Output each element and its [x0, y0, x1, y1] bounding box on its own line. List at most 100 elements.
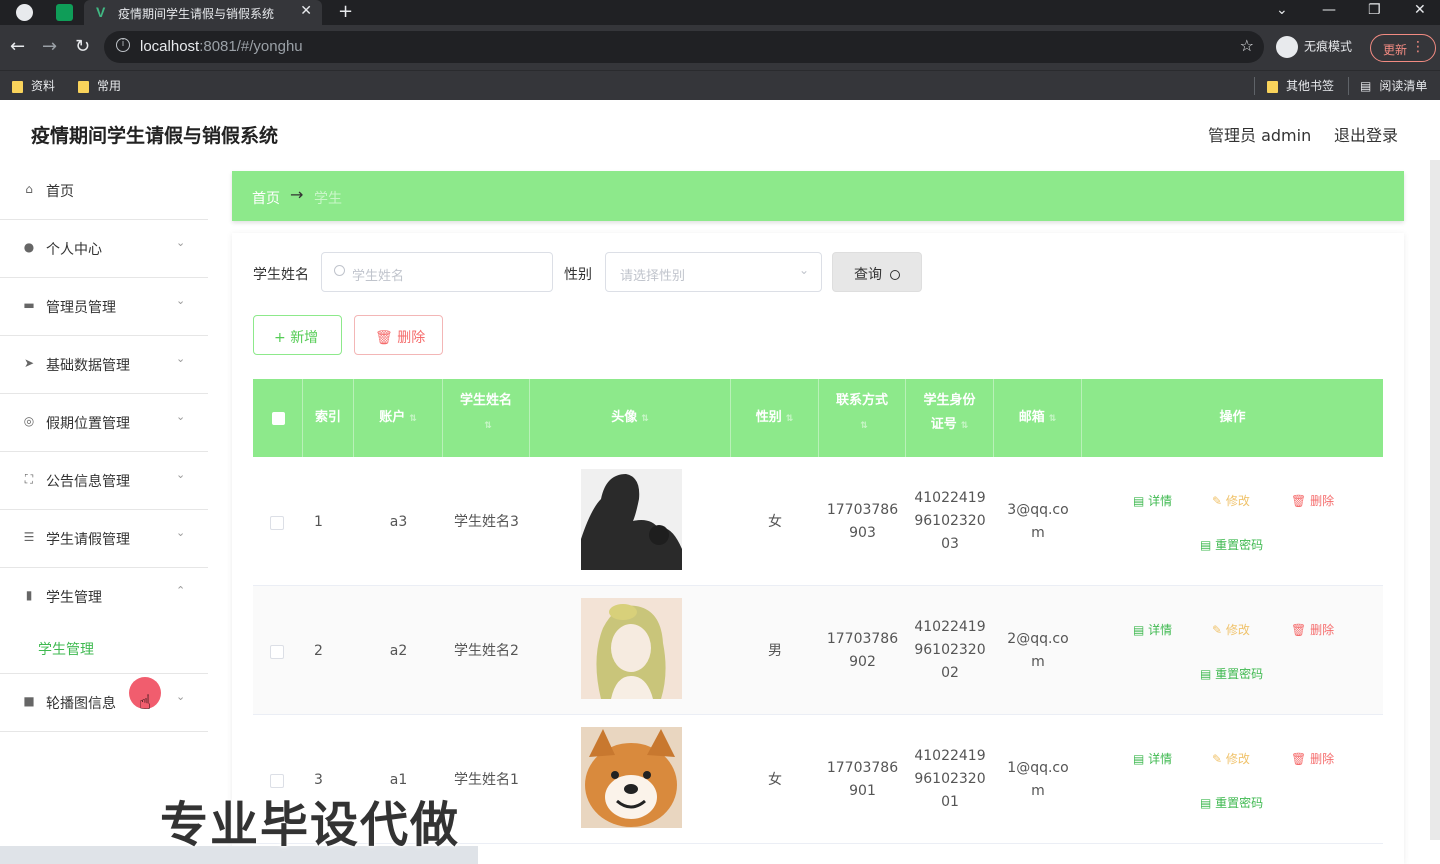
close-window-icon[interactable]: ✕ — [1414, 2, 1426, 18]
search-icon — [334, 265, 345, 276]
delete-button[interactable]: 🗑 删除 — [1291, 750, 1334, 767]
edit-button[interactable]: ✎ 修改 — [1212, 621, 1250, 638]
bookmark-other[interactable]: 其他书签 — [1267, 77, 1334, 94]
cell-email: 2@qq.co m — [1007, 631, 1069, 670]
tab-search-icon[interactable]: ⌄ — [1276, 2, 1288, 18]
sidebar-item-carousel[interactable]: ■ 轮播图信息 ⌄ — [0, 674, 208, 732]
restore-icon[interactable]: ❐ — [1368, 2, 1381, 18]
column-header-index[interactable]: 索引 — [303, 379, 354, 457]
reload-icon[interactable]: ↻ — [75, 36, 90, 57]
gender-select[interactable]: 请选择性别 ⌄ — [605, 252, 822, 292]
incognito-indicator[interactable]: 无痕模式 — [1276, 36, 1352, 58]
sort-icon[interactable]: ⇅ — [484, 421, 492, 431]
sidebar-item-label: 学生请假管理 — [46, 532, 130, 548]
home-icon: ⌂ — [25, 182, 33, 196]
edit-button[interactable]: ✎ 修改 — [1212, 492, 1250, 509]
avatar — [581, 598, 682, 699]
sidebar-item-label: 个人中心 — [46, 242, 102, 258]
url-input[interactable]: i localhost:8081/#/yonghu ☆ — [104, 31, 1264, 63]
detail-button[interactable]: ▤ 详情 — [1133, 621, 1172, 638]
cell-phone: 17703786 903 — [826, 502, 899, 541]
sort-icon[interactable]: ⇅ — [1049, 414, 1057, 424]
more-menu-icon[interactable]: ⋮ — [1411, 39, 1425, 55]
bookmark-folder-changyong[interactable]: 常用 — [78, 77, 121, 94]
column-header-email[interactable]: 邮箱 ⇅ — [994, 379, 1082, 457]
edit-button[interactable]: ✎ 修改 — [1212, 750, 1250, 767]
bookmark-folder-ziliao[interactable]: 资料 — [12, 77, 55, 94]
sidebar-item-label: 公告信息管理 — [46, 474, 130, 490]
reset-password-button[interactable]: ▤ 重置密码 — [1200, 536, 1263, 553]
sidebar-subitem-students[interactable]: 学生管理 — [0, 622, 208, 674]
sort-icon[interactable]: ⇅ — [961, 421, 969, 431]
select-all-checkbox[interactable] — [272, 412, 285, 425]
chevron-down-icon: ⌄ — [176, 690, 186, 703]
cell-gender: 女 — [768, 514, 782, 530]
sort-icon[interactable]: ⇅ — [860, 421, 868, 431]
minimize-icon[interactable]: — — [1322, 2, 1336, 18]
url-text: localhost:8081/#/yonghu — [140, 38, 303, 55]
table-header: 索引 账户 ⇅ 学生姓名 ⇅ 头像 ⇅ 性别 ⇅ 联系方式 ⇅ 学生身份 证号 ⇅ 邮箱 ⇅ 操… — [253, 379, 1383, 457]
sort-icon[interactable]: ⇅ — [786, 414, 794, 424]
select-all-column — [253, 379, 303, 457]
app-header: 疫情期间学生请假与销假系统 管理员 admin 退出登录 — [0, 100, 1440, 162]
forward-icon[interactable]: → — [42, 36, 57, 57]
close-tab-icon[interactable]: ✕ — [300, 3, 312, 19]
sidebar-item-label: 轮播图信息 — [46, 696, 116, 712]
sidebar-item-admins[interactable]: ▬ 管理员管理 ⌄ — [0, 278, 208, 336]
add-button[interactable]: + 新增 — [253, 315, 342, 355]
avatar — [581, 727, 682, 828]
name-filter-label: 学生姓名 — [253, 267, 309, 283]
batch-delete-button[interactable]: 🗑 删除 — [354, 315, 443, 355]
new-tab-icon[interactable]: + — [338, 1, 353, 22]
sidebar-item-students[interactable]: ▮ 学生管理 ⌃ — [0, 568, 208, 626]
column-header-phone[interactable]: 联系方式 ⇅ — [819, 379, 906, 457]
detail-button[interactable]: ▤ 详情 — [1133, 750, 1172, 767]
delete-button[interactable]: 🗑 删除 — [1291, 492, 1334, 509]
sidebar: ⌂ 首页 ● 个人中心 ⌄ ▬ 管理员管理 ⌄ ➤ 基础数据管理 ⌄ ◎ 假期位… — [0, 162, 208, 864]
column-header-account[interactable]: 账户 ⇅ — [354, 379, 443, 457]
watermark-text: 专业毕设代做 — [160, 797, 461, 853]
sidebar-item-home[interactable]: ⌂ 首页 — [0, 162, 208, 220]
browser-menu-icon[interactable] — [16, 4, 33, 21]
sheets-tab-icon[interactable] — [56, 4, 73, 21]
video-icon: ■ — [23, 694, 35, 708]
chevron-down-icon: ⌄ — [176, 236, 186, 249]
back-icon[interactable]: ← — [10, 36, 25, 57]
chevron-down-icon: ⌄ — [798, 263, 809, 277]
reset-password-button[interactable]: ▤ 重置密码 — [1200, 794, 1263, 811]
sort-icon[interactable]: ⇅ — [409, 414, 417, 424]
update-button[interactable]: 更新 ⋮ — [1370, 34, 1436, 62]
sidebar-item-basic-data[interactable]: ➤ 基础数据管理 ⌄ — [0, 336, 208, 394]
sidebar-item-announcements[interactable]: ⛶ 公告信息管理 ⌄ — [0, 452, 208, 510]
name-search-input[interactable]: 学生姓名 — [321, 252, 553, 292]
column-header-idcard[interactable]: 学生身份 证号 ⇅ — [906, 379, 994, 457]
bookmark-star-icon[interactable]: ☆ — [1240, 36, 1254, 55]
cell-phone: 17703786 901 — [826, 760, 899, 799]
site-info-icon[interactable]: i — [116, 38, 130, 52]
query-button[interactable]: 查询 — [832, 252, 922, 292]
row-checkbox[interactable] — [270, 516, 284, 530]
delete-button[interactable]: 🗑 删除 — [1291, 621, 1334, 638]
sidebar-item-leave-location[interactable]: ◎ 假期位置管理 ⌄ — [0, 394, 208, 452]
reading-list[interactable]: ▤ 阅读清单 — [1360, 77, 1427, 94]
column-header-avatar[interactable]: 头像 ⇅ — [530, 379, 731, 457]
sidebar-item-profile[interactable]: ● 个人中心 ⌄ — [0, 220, 208, 278]
column-header-gender[interactable]: 性别 ⇅ — [731, 379, 819, 457]
row-checkbox[interactable] — [270, 645, 284, 659]
breadcrumb-home[interactable]: 首页 — [252, 188, 280, 208]
active-tab[interactable]: V 疫情期间学生请假与销假系统 ✕ — [84, 0, 322, 25]
logout-link[interactable]: 退出登录 — [1334, 122, 1398, 146]
chevron-down-icon: ⌄ — [176, 468, 186, 481]
sort-icon[interactable]: ⇅ — [641, 414, 649, 424]
reset-password-button[interactable]: ▤ 重置密码 — [1200, 665, 1263, 682]
column-header-name[interactable]: 学生姓名 ⇅ — [443, 379, 530, 457]
page-scrollbar[interactable] — [1430, 160, 1440, 840]
sidebar-item-label: 基础数据管理 — [46, 358, 130, 374]
current-user: 管理员 admin — [1208, 126, 1312, 145]
cell-idcard: 41022419 96102320 01 — [914, 748, 986, 810]
folder-icon — [12, 80, 23, 93]
detail-button[interactable]: ▤ 详情 — [1133, 492, 1172, 509]
sidebar-item-label: 管理员管理 — [46, 300, 116, 316]
trash-icon: 🗑 — [375, 330, 393, 346]
sidebar-item-student-leave[interactable]: ☰ 学生请假管理 ⌄ — [0, 510, 208, 568]
